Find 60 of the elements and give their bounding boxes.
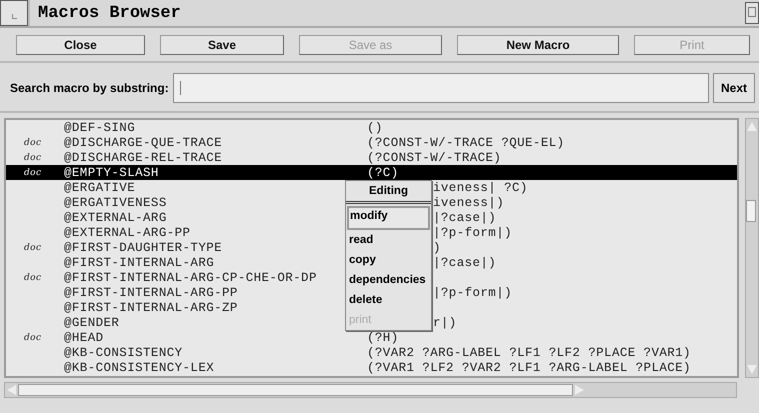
macro-name[interactable]: @FIRST-INTERNAL-ARG	[64, 256, 214, 270]
doc-label: doc	[24, 272, 42, 282]
doc-label: doc	[24, 138, 42, 148]
macro-args: |?case|)	[433, 256, 496, 270]
macro-args: (?VAR2 ?ARG-LABEL ?LF1 ?LF2 ?PLACE ?VAR1)	[367, 346, 691, 360]
scroll-right-icon[interactable]	[575, 385, 584, 395]
macro-name[interactable]: @DEF-SING	[64, 120, 136, 134]
vertical-scrollbar[interactable]	[745, 118, 759, 378]
macro-args: r|)	[433, 316, 457, 330]
macro-args: (?C)	[367, 166, 399, 180]
macro-args: (?VAR1 ?LF2 ?VAR2 ?LF1 ?ARG-LABEL ?PLACE)	[367, 360, 691, 374]
macro-args: ()	[367, 120, 383, 134]
macro-name[interactable]: @KB-CONSISTENCY	[64, 346, 183, 360]
scroll-thumb[interactable]	[18, 384, 573, 396]
macro-name[interactable]: @EXTERNAL-ARG	[64, 210, 167, 224]
macro-name[interactable]: @ERGATIVENESS	[64, 196, 167, 210]
macro-args: (?H)	[367, 330, 399, 344]
window-menu-button[interactable]	[0, 0, 28, 26]
macro-name[interactable]: @FIRST-INTERNAL-ARG-PP	[64, 286, 238, 300]
macro-name[interactable]: @DISCHARGE-QUE-TRACE	[64, 136, 222, 150]
doc-label: doc	[24, 242, 42, 252]
menu-item[interactable]: delete	[346, 290, 431, 310]
macro-name[interactable]: @EXTERNAL-ARG-PP	[64, 226, 190, 240]
doc-label: doc	[24, 168, 42, 178]
menu-title: Editing	[368, 184, 409, 199]
toolbar-button[interactable]: Save	[160, 35, 284, 55]
macro-name[interactable]: @EMPTY-SLASH	[64, 166, 159, 180]
toolbar-button[interactable]: Close	[16, 35, 145, 55]
macro-args: iveness|)	[433, 196, 504, 210]
toolbar-button[interactable]: New Macro	[457, 35, 619, 55]
macro-args: (?CONST-W/-TRACE)	[367, 150, 502, 164]
macro-args: )	[433, 240, 441, 254]
macro-args: iveness| ?C)	[433, 180, 528, 194]
menu-item[interactable]: copy	[346, 250, 431, 270]
doc-label: doc	[24, 332, 42, 342]
macro-args: |?p-form|)	[433, 286, 512, 300]
macro-args: (?CONST-W/-TRACE ?QUE-EL)	[367, 136, 565, 150]
macro-name[interactable]: @FIRST-INTERNAL-ARG-ZP	[64, 300, 238, 314]
window-title: Macros Browser	[28, 0, 181, 26]
macro-name[interactable]: @KB-CONSISTENCY-LEX	[64, 360, 214, 374]
menu-item[interactable]: dependencies	[346, 270, 431, 290]
macro-name[interactable]: @ERGATIVE	[64, 180, 136, 194]
maximize-button[interactable]	[745, 2, 759, 24]
horizontal-scrollbar[interactable]	[4, 382, 737, 398]
scroll-down-icon[interactable]	[747, 365, 757, 374]
doc-label: doc	[24, 152, 42, 162]
macro-name[interactable]: @HEAD	[64, 330, 104, 344]
scroll-thumb[interactable]	[746, 200, 756, 222]
macro-args: |?case|)	[433, 210, 496, 224]
macro-name[interactable]: @DISCHARGE-REL-TRACE	[64, 150, 222, 164]
menu-item[interactable]: read	[346, 230, 431, 250]
macro-name[interactable]: @GENDER	[64, 316, 120, 330]
scroll-up-icon[interactable]	[747, 122, 757, 131]
macro-name[interactable]: @FIRST-DAUGHTER-TYPE	[64, 240, 222, 254]
macro-name[interactable]: @FIRST-INTERNAL-ARG-CP-CHE-OR-DP	[64, 270, 317, 284]
menu-item[interactable]: modify	[347, 206, 430, 230]
search-field[interactable]	[172, 73, 709, 103]
search-label: Search macro by substring:	[10, 81, 169, 95]
macro-args: |?p-form|)	[433, 226, 512, 240]
next-button[interactable]: Next	[713, 73, 755, 103]
